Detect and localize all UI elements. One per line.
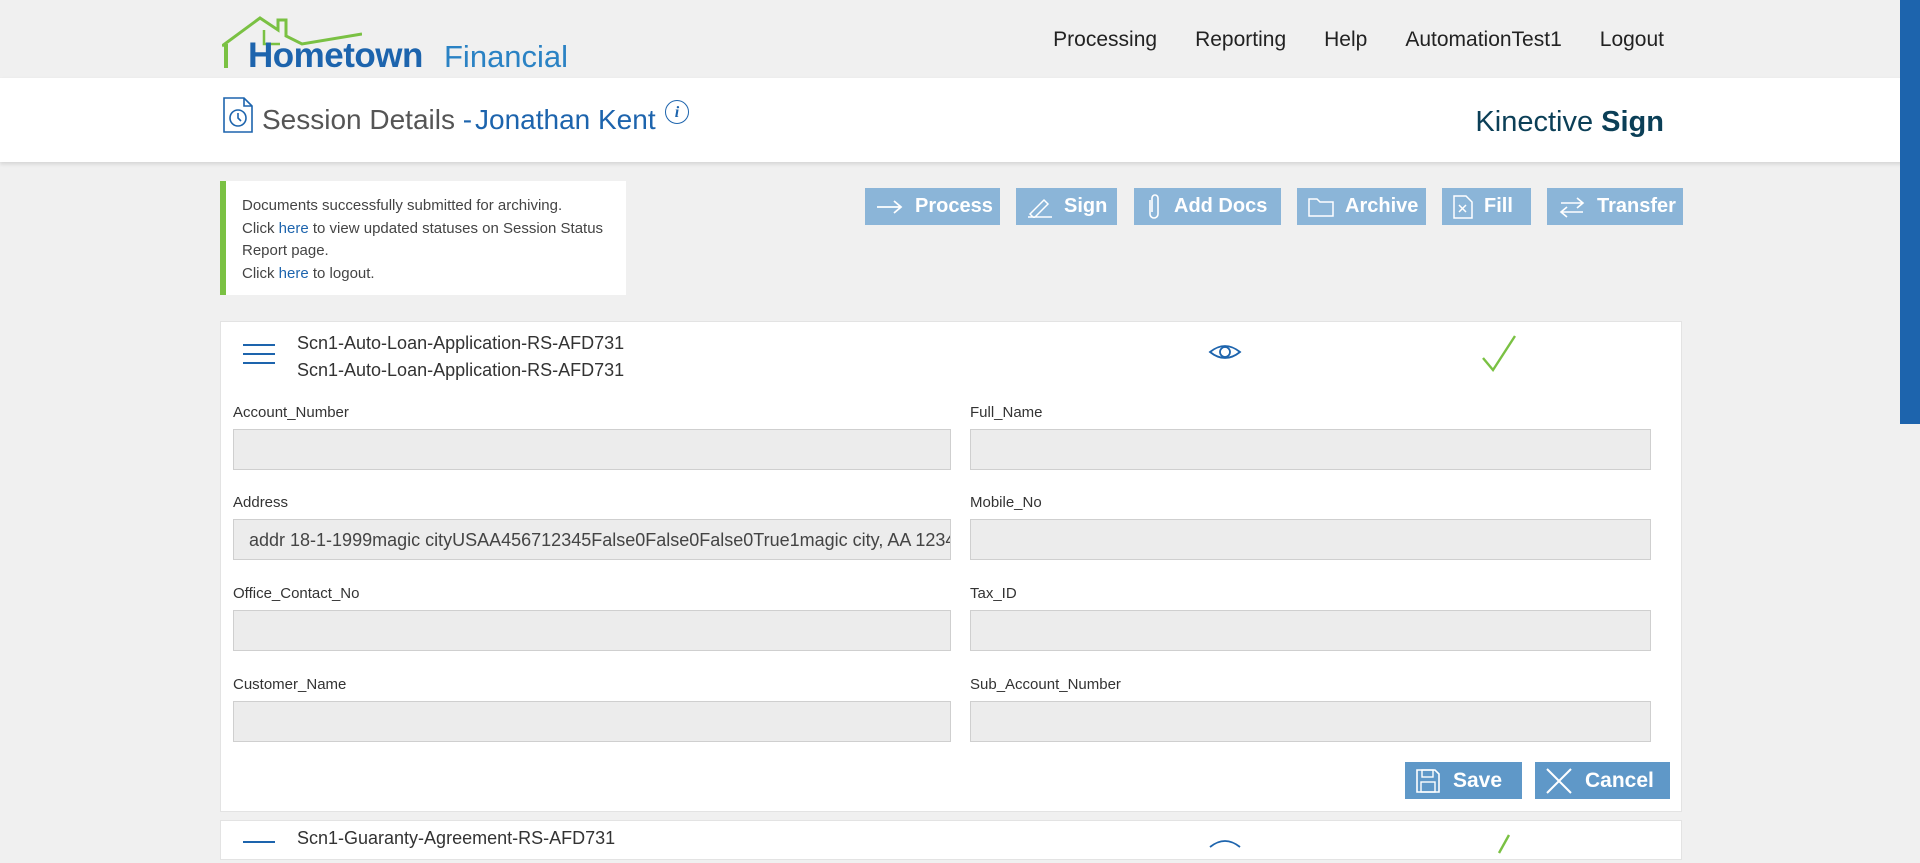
nav-processing[interactable]: Processing <box>1053 28 1157 52</box>
cancel-button[interactable]: Cancel <box>1535 762 1670 799</box>
nav-user[interactable]: AutomationTest1 <box>1405 28 1561 52</box>
main-nav: Processing Reporting Help AutomationTest… <box>1015 28 1664 52</box>
account-number-label: Account_Number <box>233 404 349 421</box>
save-button[interactable]: Save <box>1405 762 1522 799</box>
logo-text-financial: Financial <box>444 39 569 74</box>
notice-line-1: Documents successfully submitted for arc… <box>242 197 563 214</box>
document-edit-icon <box>1452 194 1474 220</box>
tax-id-field[interactable] <box>970 610 1651 651</box>
notice-line-2: Click here to view updated statuses on S… <box>242 219 604 260</box>
mobile-no-label: Mobile_No <box>970 494 1042 511</box>
floppy-disk-icon <box>1415 768 1441 794</box>
document-card: Scn1-Auto-Loan-Application-RS-AFD731 Scn… <box>220 321 1682 812</box>
close-icon <box>1545 767 1573 795</box>
full-name-label: Full_Name <box>970 404 1043 421</box>
hamburger-menu-icon[interactable] <box>243 841 275 863</box>
session-header: Session Details - Jonathan Kent i Kinect… <box>0 78 1920 162</box>
archive-success-notice: Documents successfully submitted for arc… <box>220 181 626 295</box>
add-docs-button[interactable]: Add Docs <box>1134 188 1281 225</box>
account-number-field[interactable] <box>233 429 951 470</box>
pen-icon <box>1026 196 1054 218</box>
transfer-arrows-icon <box>1557 196 1587 218</box>
status-report-link[interactable]: here <box>279 220 309 237</box>
hamburger-menu-icon[interactable] <box>243 344 275 366</box>
checkmark-icon <box>1497 834 1511 854</box>
top-bar: Hometown Financial Processing Reporting … <box>0 0 1920 78</box>
eye-icon[interactable] <box>1208 340 1242 364</box>
document-name: Scn1-Guaranty-Agreement-RS-AFD731 <box>297 828 616 848</box>
document-name-secondary: Scn1-Auto-Loan-Application-RS-AFD731 <box>297 360 625 380</box>
transfer-button[interactable]: Transfer <box>1547 188 1683 225</box>
tax-id-label: Tax_ID <box>970 585 1017 602</box>
office-contact-no-field[interactable] <box>233 610 951 651</box>
nav-reporting[interactable]: Reporting <box>1195 28 1286 52</box>
logout-link[interactable]: here <box>279 265 309 282</box>
checkmark-icon <box>1482 335 1517 373</box>
sub-account-number-label: Sub_Account_Number <box>970 676 1121 693</box>
page-title: Session Details - <box>262 104 473 135</box>
customer-name-field[interactable] <box>233 701 951 742</box>
eye-icon[interactable] <box>1208 835 1242 859</box>
hometown-financial-logo[interactable]: Hometown Financial <box>222 14 568 75</box>
info-icon[interactable]: i <box>665 100 689 124</box>
folder-icon <box>1307 196 1335 218</box>
customer-name-label: Customer_Name <box>233 676 347 693</box>
office-contact-no-label: Office_Contact_No <box>233 585 360 602</box>
document-name: Scn1-Auto-Loan-Application-RS-AFD731 <box>297 333 625 353</box>
paperclip-icon <box>1144 193 1164 220</box>
document-history-icon <box>223 97 253 133</box>
sub-account-number-field[interactable] <box>970 701 1651 742</box>
arrow-right-icon <box>875 197 905 217</box>
fill-button[interactable]: Fill <box>1442 188 1531 225</box>
process-button[interactable]: Process <box>865 188 1000 225</box>
notice-line-3: Click here to logout. <box>242 264 375 282</box>
nav-logout[interactable]: Logout <box>1600 28 1664 52</box>
logo-text-hometown: Hometown <box>248 36 423 75</box>
document-card-2: Scn1-Guaranty-Agreement-RS-AFD731 <box>220 820 1682 860</box>
address-label: Address <box>233 494 289 511</box>
address-field[interactable]: addr 18-1-1999magic cityUSAA456712345Fal… <box>233 519 951 560</box>
nav-help[interactable]: Help <box>1324 28 1367 52</box>
archive-button[interactable]: Archive <box>1297 188 1426 225</box>
sign-button[interactable]: Sign <box>1016 188 1117 225</box>
customer-name: Jonathan Kent <box>475 104 656 135</box>
scrollbar-thumb[interactable] <box>1900 0 1920 424</box>
product-brand: Kinective Sign <box>1475 106 1664 138</box>
full-name-field[interactable] <box>970 429 1651 470</box>
mobile-no-field[interactable] <box>970 519 1651 560</box>
